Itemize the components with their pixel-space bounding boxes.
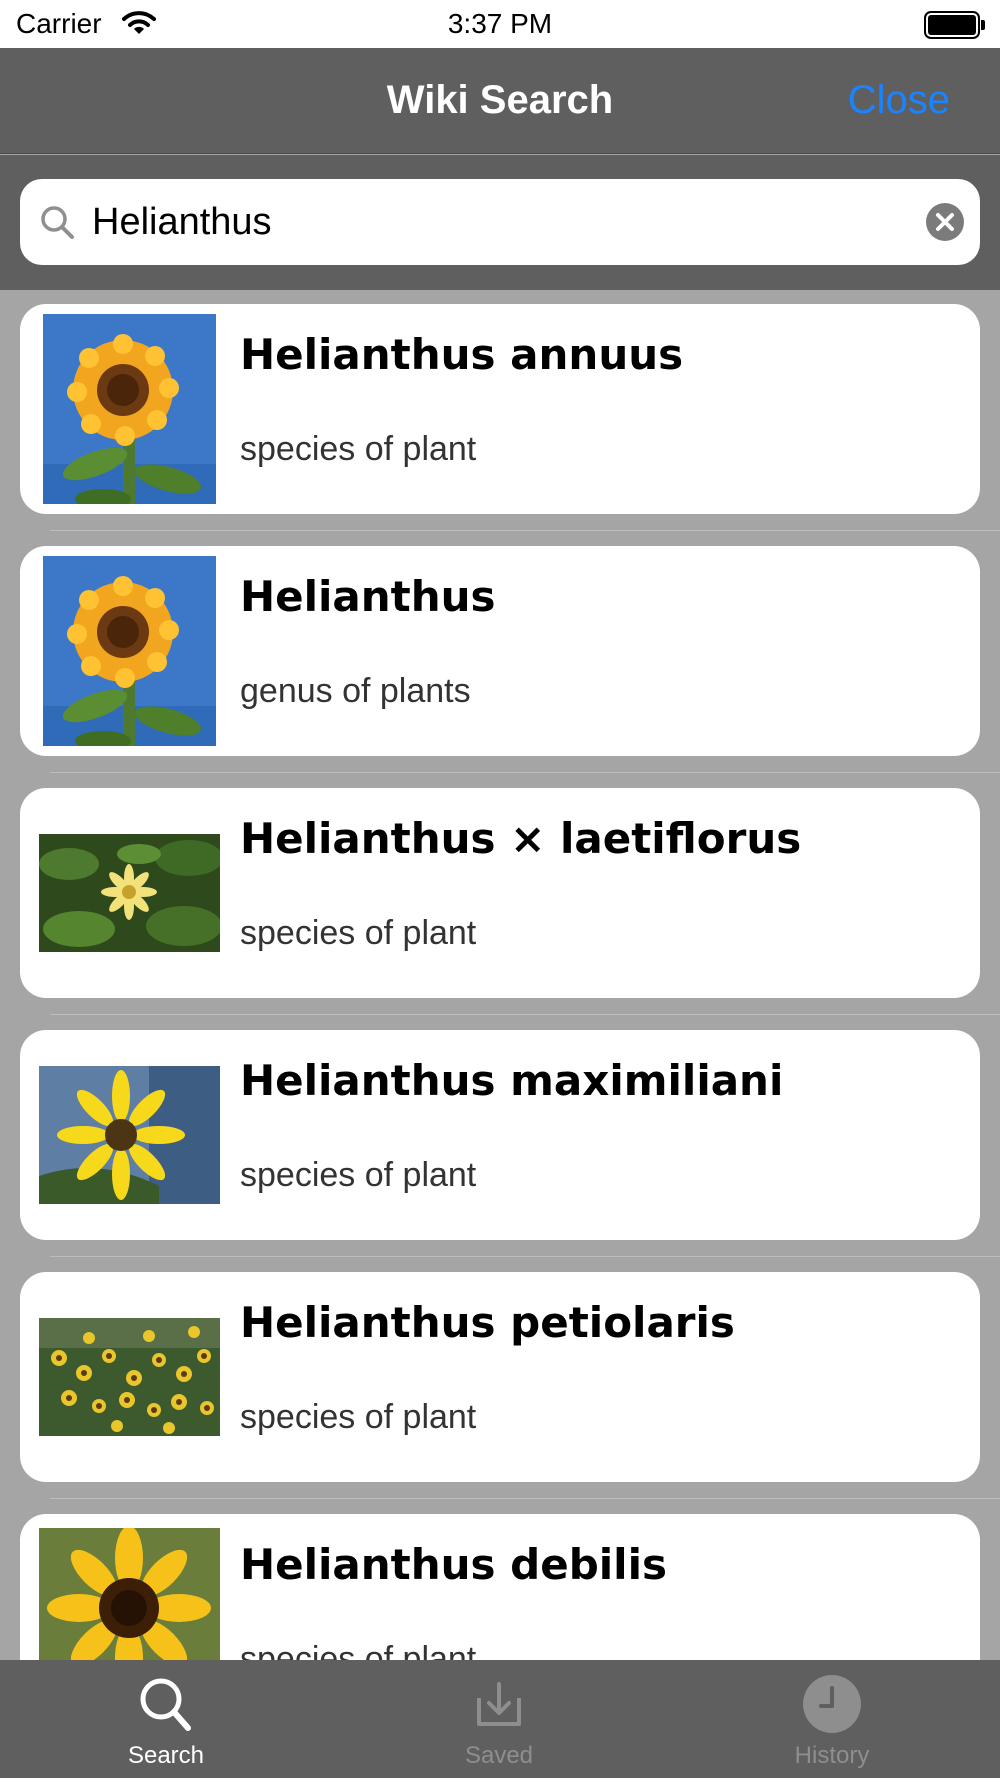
result-description: species of plant <box>240 1156 477 1194</box>
result-description: species of plant <box>240 914 477 952</box>
result-description: species of plant <box>240 1640 477 1660</box>
result-title: Helianthus annuus <box>240 330 684 379</box>
result-title: Helianthus <box>240 572 496 621</box>
search-icon <box>38 203 78 243</box>
search-bar[interactable] <box>20 179 980 265</box>
row-divider <box>50 772 1000 773</box>
result-card[interactable]: Helianthus petiolaris species of plant <box>20 1272 980 1482</box>
tab-bar: Search Saved History <box>0 1660 1000 1778</box>
row-divider <box>50 530 1000 531</box>
result-thumbnail <box>39 1318 220 1436</box>
navigation-bar: Wiki Search Close <box>0 48 1000 154</box>
result-description: genus of plants <box>240 672 471 710</box>
row-divider <box>50 1498 1000 1499</box>
tab-history[interactable]: History <box>732 1660 932 1778</box>
search-icon <box>136 1674 196 1734</box>
result-thumbnail <box>39 1528 220 1660</box>
result-card[interactable]: Helianthus genus of plants <box>20 546 980 756</box>
result-title: Helianthus maximiliani <box>240 1056 784 1105</box>
result-description: species of plant <box>240 1398 477 1436</box>
status-time: 3:37 PM <box>447 8 553 39</box>
result-title: Helianthus × laetiflorus <box>240 814 802 863</box>
row-divider <box>50 1014 1000 1015</box>
clock-icon <box>802 1674 862 1734</box>
close-button[interactable]: Close <box>848 78 950 123</box>
tab-label: History <box>794 1742 870 1769</box>
clear-search-icon[interactable] <box>926 203 964 241</box>
tab-search[interactable]: Search <box>66 1660 266 1778</box>
result-thumbnail <box>43 314 216 504</box>
result-description: species of plant <box>240 430 477 468</box>
result-card[interactable]: Helianthus annuus species of plant <box>20 304 980 514</box>
search-input[interactable] <box>92 193 912 251</box>
result-thumbnail <box>39 1066 220 1204</box>
search-bar-container <box>0 155 1000 290</box>
result-card[interactable]: Helianthus debilis species of plant <box>20 1514 980 1660</box>
tab-saved[interactable]: Saved <box>399 1660 599 1778</box>
download-tray-icon <box>469 1674 529 1734</box>
status-bar: Carrier 3:37 PM <box>0 0 1000 48</box>
result-title: Helianthus debilis <box>240 1540 667 1589</box>
result-card[interactable]: Helianthus × laetiflorus species of plan… <box>20 788 980 998</box>
tab-label: Search <box>127 1742 205 1769</box>
row-divider <box>50 1256 1000 1257</box>
result-thumbnail <box>43 556 216 746</box>
battery-icon <box>924 11 986 39</box>
tab-label: Saved <box>464 1742 534 1769</box>
result-title: Helianthus petiolaris <box>240 1298 735 1347</box>
results-list[interactable]: Helianthus annuus species of plant Helia… <box>0 290 1000 1660</box>
result-thumbnail <box>39 834 220 952</box>
result-card[interactable]: Helianthus maximiliani species of plant <box>20 1030 980 1240</box>
